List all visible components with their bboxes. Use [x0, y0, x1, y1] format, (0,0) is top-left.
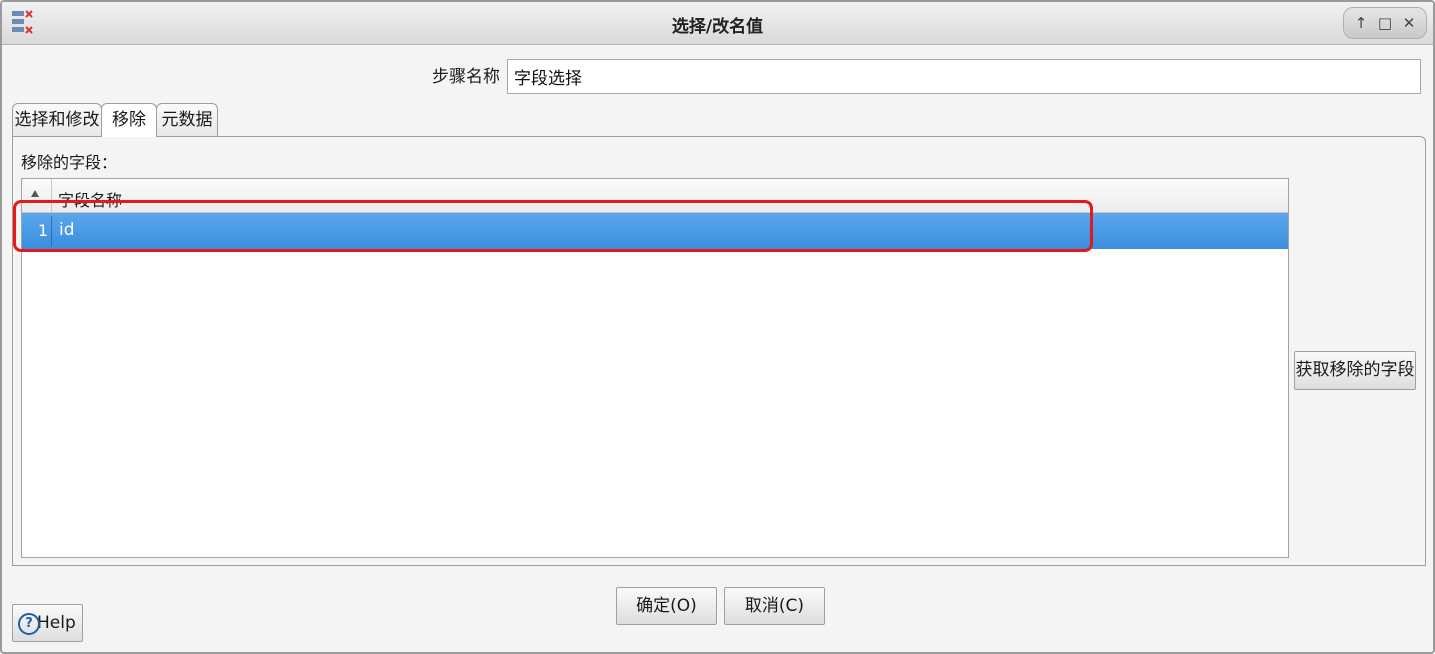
tab-metadata[interactable]: 元数据 — [156, 103, 218, 136]
help-label: Help — [37, 613, 76, 633]
ok-button[interactable]: 确定(O) — [616, 587, 717, 625]
help-button[interactable]: ? Help — [12, 604, 83, 642]
step-name-input[interactable] — [507, 59, 1421, 94]
dialog-window: 选择/改名值 ↑ □ ✕ 步骤名称 选择和修改 移除 元数据 移除的字段： 字段… — [0, 0, 1435, 654]
maximize-icon[interactable]: □ — [1374, 12, 1396, 34]
sort-up-icon[interactable] — [31, 190, 39, 197]
keep-above-icon[interactable]: ↑ — [1350, 12, 1372, 34]
close-icon[interactable]: ✕ — [1398, 12, 1420, 34]
tab-remove[interactable]: 移除 — [101, 103, 157, 137]
window-title: 选择/改名值 — [671, 17, 764, 37]
window-controls: ↑ □ ✕ — [1343, 7, 1427, 39]
tab-select-modify[interactable]: 选择和修改 — [12, 103, 102, 136]
get-fields-to-remove-button[interactable]: 获取移除的字段 — [1294, 351, 1416, 390]
removed-fields-label: 移除的字段： — [21, 153, 118, 172]
step-name-label: 步骤名称 — [432, 67, 500, 87]
cancel-button[interactable]: 取消(C) — [724, 587, 825, 625]
title-bar[interactable]: 选择/改名值 ↑ □ ✕ — [2, 2, 1433, 45]
help-icon: ? — [18, 613, 40, 635]
highlight-annotation-box — [13, 200, 1093, 252]
